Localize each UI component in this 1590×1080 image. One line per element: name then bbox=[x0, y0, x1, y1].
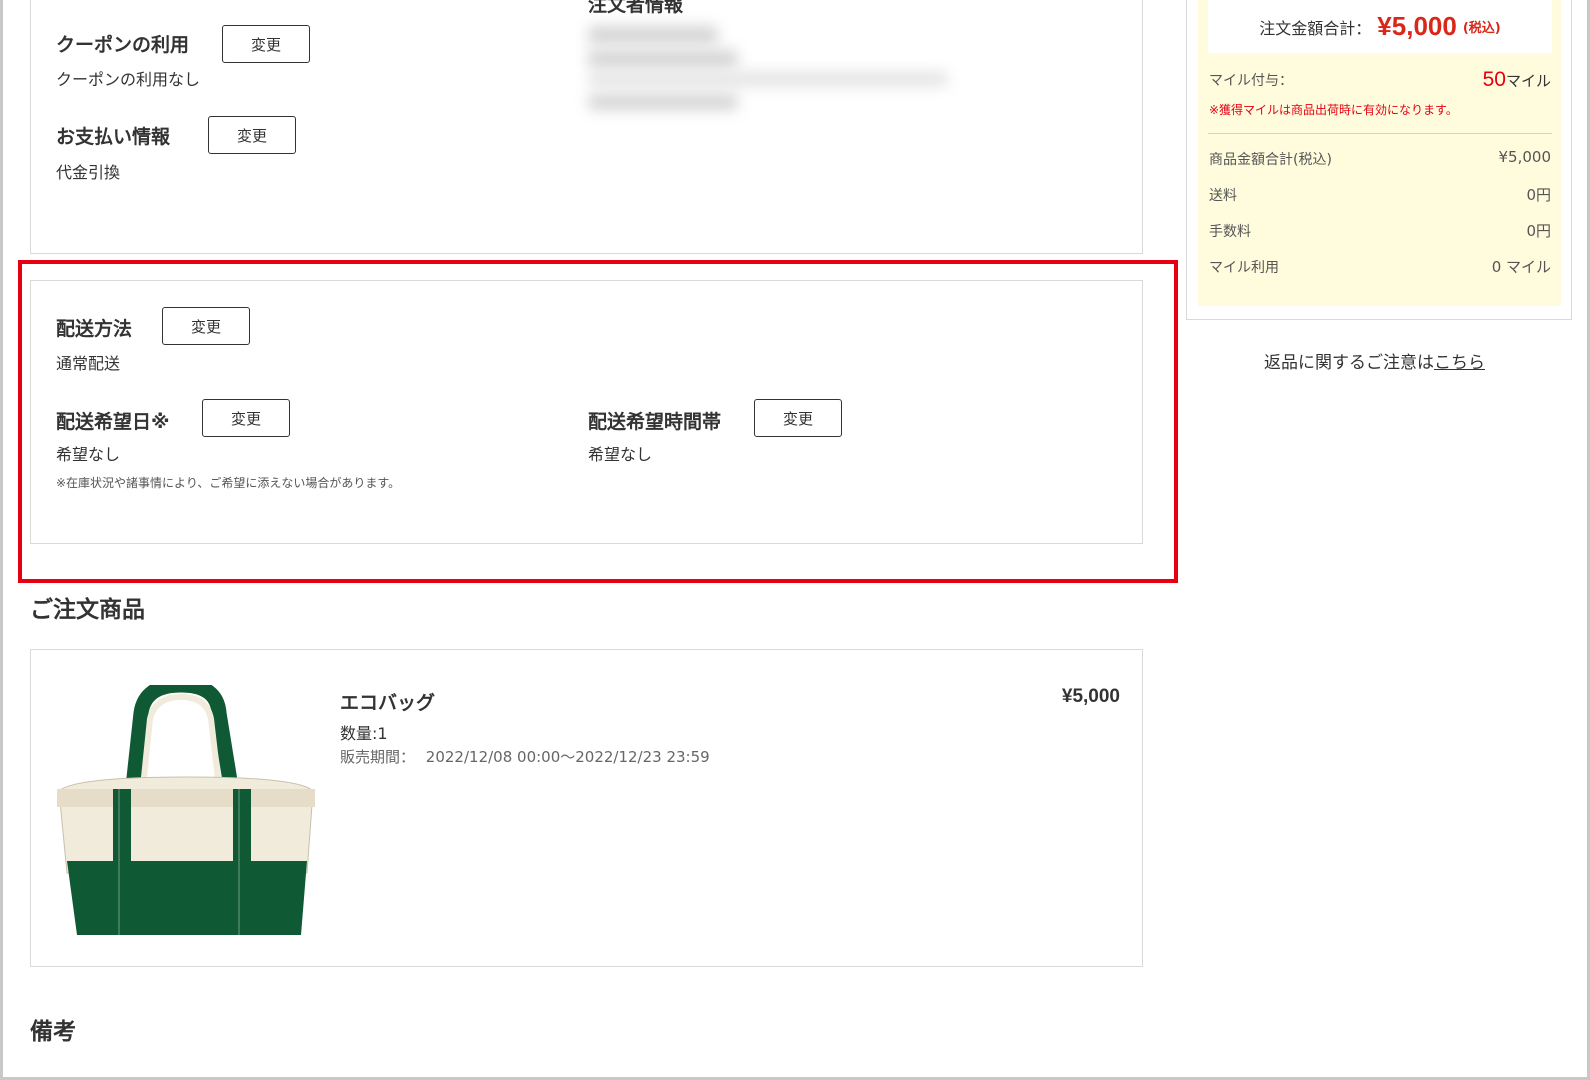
return-policy-note: 返品に関するご注意はこちら bbox=[1264, 348, 1485, 373]
coupon-label: クーポンの利用 bbox=[56, 34, 190, 56]
miles-earned-unit: マイル bbox=[1505, 72, 1551, 90]
order-info-panel bbox=[30, 0, 1143, 254]
payment-value: 代金引換 bbox=[56, 163, 121, 182]
orderer-info-label: 注文者情報 bbox=[588, 0, 684, 16]
summary-row-value: 0円 bbox=[1526, 186, 1551, 204]
summary-row-label: 手数料 bbox=[1209, 224, 1251, 240]
summary-divider bbox=[1208, 133, 1552, 134]
miles-label: マイル付与： bbox=[1209, 73, 1293, 89]
sale-period-label: 販売期間： bbox=[340, 748, 416, 766]
product-price: ¥5,000 bbox=[1061, 686, 1120, 707]
product-sale-period: 販売期間： 2022/12/08 00:00〜2022/12/23 23:59 bbox=[340, 746, 710, 767]
delivery-method-change-button[interactable]: 変更 bbox=[162, 307, 250, 345]
summary-row-label: マイル利用 bbox=[1209, 260, 1279, 276]
return-policy-text: 返品に関するご注意は bbox=[1264, 353, 1434, 373]
payment-label: お支払い情報 bbox=[56, 126, 171, 148]
summary-row-label: 送料 bbox=[1209, 188, 1237, 204]
product-name: エコバッグ bbox=[340, 692, 436, 714]
order-total-tax: (税込) bbox=[1462, 21, 1501, 36]
summary-row-label: 商品金額合計(税込) bbox=[1209, 152, 1332, 168]
return-policy-link[interactable]: こちら bbox=[1434, 353, 1485, 373]
delivery-method-label: 配送方法 bbox=[56, 318, 133, 340]
order-total-box: 注文金額合計： ¥5,000 (税込) bbox=[1208, 0, 1552, 53]
summary-row-value: ¥5,000 bbox=[1498, 148, 1552, 166]
product-quantity: 数量:1 bbox=[340, 724, 388, 743]
delivery-time-label: 配送希望時間帯 bbox=[588, 411, 722, 433]
miles-note: ※獲得マイルは商品出荷時に有効になります。 bbox=[1209, 103, 1458, 117]
miles-earned: 50マイル bbox=[1483, 68, 1551, 92]
miles-earned-value: 50 bbox=[1482, 68, 1506, 91]
delivery-method-value: 通常配送 bbox=[56, 354, 121, 373]
delivery-time-change-button[interactable]: 変更 bbox=[754, 399, 842, 437]
remarks-section-title: 備考 bbox=[30, 1019, 76, 1045]
sale-period-value: 2022/12/08 00:00〜2022/12/23 23:59 bbox=[425, 748, 710, 766]
summary-row-value: 0 マイル bbox=[1491, 258, 1551, 276]
summary-row-value: 0円 bbox=[1526, 222, 1551, 240]
delivery-date-label: 配送希望日※ bbox=[56, 411, 170, 433]
products-section-title: ご注文商品 bbox=[30, 597, 145, 623]
coupon-change-button[interactable]: 変更 bbox=[222, 25, 310, 63]
delivery-date-value: 希望なし bbox=[56, 445, 121, 464]
coupon-value: クーポンの利用なし bbox=[56, 70, 201, 89]
order-summary-panel: 注文金額合計： ¥5,000 (税込) マイル付与： 50マイル ※獲得マイルは… bbox=[1186, 0, 1572, 320]
order-summary-box: 注文金額合計： ¥5,000 (税込) マイル付与： 50マイル ※獲得マイルは… bbox=[1198, 0, 1561, 306]
delivery-date-change-button[interactable]: 変更 bbox=[202, 399, 290, 437]
product-image bbox=[55, 677, 319, 949]
order-total-value: ¥5,000 bbox=[1377, 11, 1457, 41]
order-total-label: 注文金額合計： bbox=[1259, 18, 1372, 38]
delivery-time-value: 希望なし bbox=[588, 445, 653, 464]
tote-bag-image bbox=[55, 677, 319, 949]
delivery-date-note: ※在庫状況や諸事情により、ご希望に添えない場合があります。 bbox=[56, 476, 401, 490]
payment-change-button[interactable]: 変更 bbox=[208, 116, 296, 154]
